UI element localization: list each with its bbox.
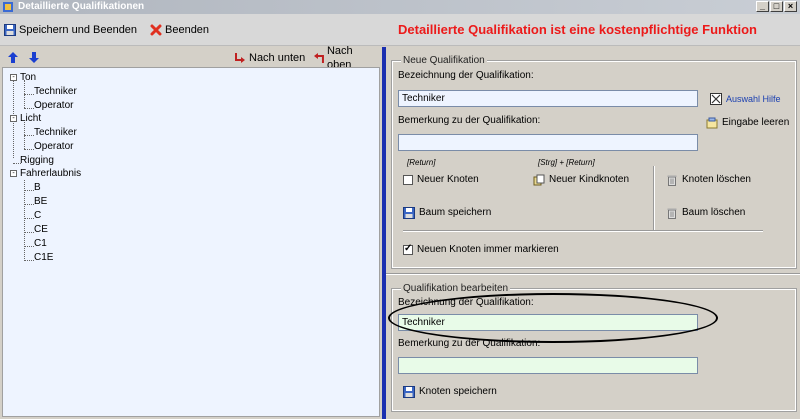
arrow-up-icon[interactable] xyxy=(8,52,18,63)
move-down-button[interactable]: Nach unten xyxy=(234,51,305,65)
highlight-annotation xyxy=(388,293,718,343)
delete-node-button[interactable]: Knoten löschen xyxy=(666,174,751,186)
move-down-icon xyxy=(235,53,245,63)
tree-connector xyxy=(24,149,34,150)
floppy-disk-icon xyxy=(403,207,415,219)
new-child-node-button[interactable]: Neuer Kindknoten xyxy=(533,174,629,186)
new-node-label: Neuer Knoten xyxy=(417,174,479,185)
tree-toolbar: Nach unten Nach oben xyxy=(2,45,380,71)
tree-node[interactable]: Operator xyxy=(34,141,73,153)
tree-node[interactable]: Fahrerlaubnis xyxy=(20,168,81,180)
exit-button[interactable]: Beenden xyxy=(150,23,209,37)
edit-qualification-legend: Qualifikation bearbeiten xyxy=(401,283,511,294)
tree-node[interactable]: C xyxy=(34,210,41,222)
copy-icon xyxy=(533,174,545,186)
exit-label: Beenden xyxy=(165,24,210,36)
selection-help-label: Auswahl Hilfe xyxy=(726,94,781,104)
tree-connector xyxy=(24,190,34,191)
tree-panel: Nach unten Nach oben - - - Ton Techniker… xyxy=(0,45,382,419)
tree-node[interactable]: B xyxy=(34,182,41,194)
new-remark-label: Bemerkung zu der Qualifikation: xyxy=(398,115,541,126)
collapse-icon[interactable]: - xyxy=(10,115,17,122)
always-mark-label: Neuen Knoten immer markieren xyxy=(417,244,559,255)
tree-connector xyxy=(24,246,34,247)
horizontal-separator xyxy=(403,230,763,232)
tree-connector xyxy=(24,108,34,109)
tree-node[interactable]: CE xyxy=(34,224,48,236)
tree-connector xyxy=(24,232,34,233)
paywall-notice: Detaillierte Qualifikation ist eine kost… xyxy=(398,22,757,37)
save-and-exit-button[interactable]: Speichern und Beenden xyxy=(4,23,137,37)
collapse-icon[interactable]: - xyxy=(10,74,17,81)
new-qualification-group: Neue Qualifikation Bezeichnung der Quali… xyxy=(391,55,797,269)
arrow-down-icon[interactable] xyxy=(29,52,39,63)
trash-icon xyxy=(667,175,677,186)
delete-tree-label: Baum löschen xyxy=(682,207,746,218)
tree-connector xyxy=(24,135,34,136)
tree-connector xyxy=(24,260,34,261)
main-toolbar: Speichern und Beenden Beenden Detaillier… xyxy=(0,14,800,46)
trash-icon xyxy=(667,208,677,219)
group-separator xyxy=(386,273,800,275)
new-node-icon xyxy=(403,175,413,185)
qualification-tree[interactable]: - - - Ton Techniker Operator Licht Techn… xyxy=(2,67,380,417)
always-mark-checkbox[interactable]: Neuen Knoten immer markieren xyxy=(403,243,559,256)
floppy-disk-icon xyxy=(403,386,415,398)
save-and-exit-label: Speichern und Beenden xyxy=(19,24,138,36)
minimize-button[interactable]: _ xyxy=(756,1,769,12)
window-titlebar: Detaillierte Qualifikationen _ □ × xyxy=(0,0,800,14)
tree-node[interactable]: C1E xyxy=(34,252,53,264)
ctrl-return-hint: [Strg] + [Return] xyxy=(538,158,595,167)
window-title: Detaillierte Qualifikationen xyxy=(18,1,145,12)
edit-remark-input[interactable] xyxy=(398,357,698,374)
new-qualification-legend: Neue Qualifikation xyxy=(401,55,487,66)
delete-node-label: Knoten löschen xyxy=(682,174,751,185)
tree-node[interactable]: Techniker xyxy=(34,127,77,139)
tree-node[interactable]: Operator xyxy=(34,100,73,112)
new-node-button[interactable]: Neuer Knoten xyxy=(403,174,479,186)
new-name-input[interactable] xyxy=(398,90,698,107)
clear-input-button[interactable]: Eingabe leeren xyxy=(706,117,789,129)
collapse-icon[interactable]: - xyxy=(10,170,17,177)
save-tree-button[interactable]: Baum speichern xyxy=(403,207,491,219)
tree-node[interactable]: Techniker xyxy=(34,86,77,98)
checkbox-checked-icon xyxy=(403,243,413,255)
move-up-icon xyxy=(313,53,324,63)
close-button[interactable]: × xyxy=(784,1,797,12)
red-x-icon xyxy=(150,24,162,36)
tree-node[interactable]: Rigging xyxy=(20,155,54,167)
app-icon xyxy=(3,2,13,12)
save-node-label: Knoten speichern xyxy=(419,386,497,397)
delete-tree-button[interactable]: Baum löschen xyxy=(666,207,745,219)
move-down-label: Nach unten xyxy=(249,52,306,64)
tree-node[interactable]: Ton xyxy=(20,72,36,84)
save-node-button[interactable]: Knoten speichern xyxy=(403,386,497,398)
tree-node[interactable]: Licht xyxy=(20,113,41,125)
save-tree-label: Baum speichern xyxy=(419,207,492,218)
details-panel: Neue Qualifikation Bezeichnung der Quali… xyxy=(386,47,800,419)
tree-connector xyxy=(24,218,34,219)
move-up-button[interactable]: Nach oben xyxy=(312,45,380,71)
maximize-button[interactable]: □ xyxy=(770,1,783,12)
tree-connector xyxy=(24,204,34,205)
checkbox-x-icon xyxy=(710,93,722,105)
eraser-icon xyxy=(706,117,718,129)
tree-node[interactable]: BE xyxy=(34,196,47,208)
vertical-separator xyxy=(653,166,655,230)
floppy-disk-icon xyxy=(4,24,16,36)
tree-connector xyxy=(24,94,34,95)
new-remark-input[interactable] xyxy=(398,134,698,151)
tree-connector xyxy=(24,180,25,261)
new-name-label: Bezeichnung der Qualifikation: xyxy=(398,70,534,81)
new-child-node-label: Neuer Kindknoten xyxy=(549,174,630,185)
tree-node[interactable]: C1 xyxy=(34,238,47,250)
selection-help-button[interactable]: Auswahl Hilfe xyxy=(710,93,781,105)
return-hint: [Return] xyxy=(407,158,436,167)
clear-input-label: Eingabe leeren xyxy=(722,117,790,128)
